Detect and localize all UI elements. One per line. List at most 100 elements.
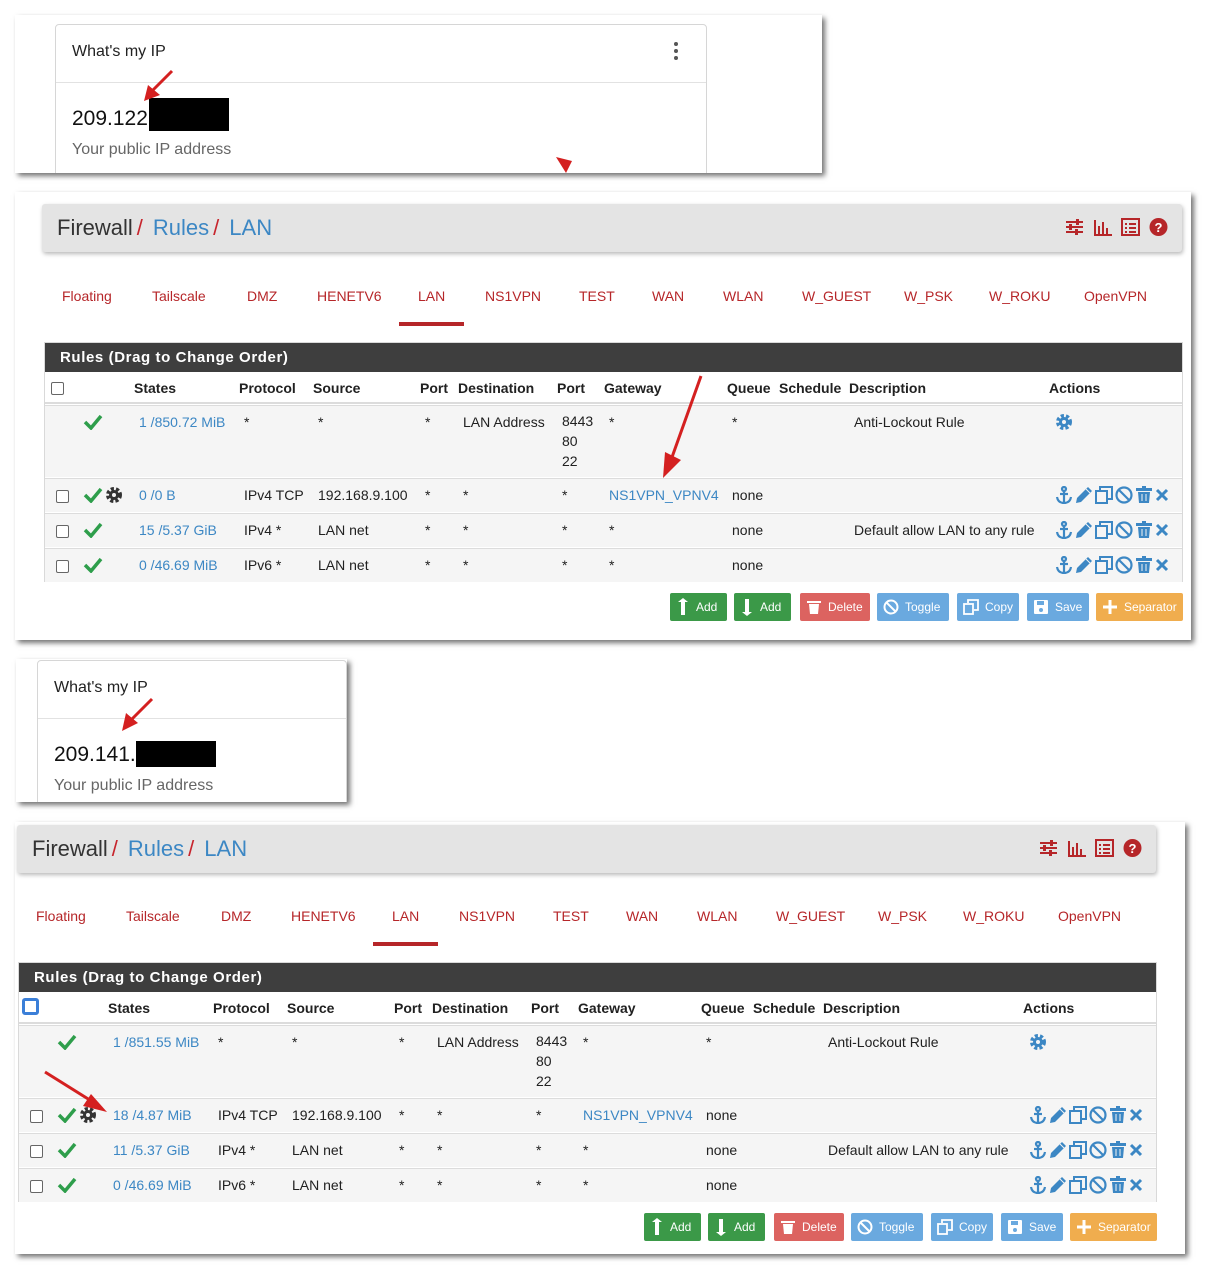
gateway-link[interactable]: NS1VPN_VPNV4 [609, 487, 719, 503]
states-link[interactable]: 0 /46.69 MiB [113, 1177, 192, 1193]
gear-icon[interactable] [1029, 1033, 1047, 1051]
copy-icon[interactable] [1069, 1106, 1087, 1124]
tab-openvpn[interactable]: OpenVPN [1084, 288, 1147, 304]
gateway-link[interactable]: NS1VPN_VPNV4 [583, 1107, 693, 1123]
kebab-menu-icon[interactable] [674, 42, 680, 63]
table-row[interactable]: 1 /850.72 MiB * * * LAN Address 8443 80 22… [45, 405, 1182, 477]
toggle-button[interactable]: Toggle [851, 1213, 923, 1241]
table-row[interactable]: 0 /46.69 MiB IPv6 * LAN net * * * * none [19, 1168, 1156, 1202]
select-all-checkbox[interactable] [22, 998, 39, 1015]
anchor-icon[interactable] [1055, 486, 1073, 504]
pencil-icon[interactable] [1075, 486, 1093, 504]
trash-icon[interactable] [1109, 1106, 1127, 1124]
list-icon[interactable] [1095, 839, 1114, 857]
anchor-icon[interactable] [1055, 521, 1073, 539]
table-row[interactable]: 18 /4.87 MiB IPv4 TCP 192.168.9.100 * * … [19, 1098, 1156, 1132]
add-bottom-button[interactable]: Add [734, 593, 791, 621]
pencil-icon[interactable] [1049, 1176, 1067, 1194]
anchor-icon[interactable] [1029, 1141, 1047, 1159]
delete-button[interactable]: Delete [800, 593, 870, 621]
tab-ns1vpn[interactable]: NS1VPN [485, 288, 541, 304]
save-button[interactable]: Save [1027, 593, 1089, 621]
pencil-icon[interactable] [1075, 521, 1093, 539]
tab-dmz[interactable]: DMZ [247, 288, 277, 304]
tab-wan[interactable]: WAN [652, 288, 684, 304]
tab-dmz[interactable]: DMZ [221, 908, 251, 924]
close-icon[interactable] [1129, 1106, 1143, 1124]
tab-w-roku[interactable]: W_ROKU [989, 288, 1050, 304]
tab-ns1vpn[interactable]: NS1VPN [459, 908, 515, 924]
states-link[interactable]: 1 /850.72 MiB [139, 414, 225, 430]
tab-tailscale[interactable]: Tailscale [126, 908, 180, 924]
copy-icon[interactable] [1095, 521, 1113, 539]
table-row[interactable]: 11 /5.37 GiB IPv4 * LAN net * * * * none… [19, 1133, 1156, 1167]
copy-icon[interactable] [1095, 556, 1113, 574]
save-button[interactable]: Save [1001, 1213, 1063, 1241]
gear-icon[interactable] [1055, 413, 1073, 431]
sliders-icon[interactable] [1065, 218, 1084, 236]
add-top-button[interactable]: Add [670, 593, 727, 621]
breadcrumb-rules[interactable]: Rules [128, 836, 184, 861]
tab-wan[interactable]: WAN [626, 908, 658, 924]
table-row[interactable]: 0 /46.69 MiB IPv6 * LAN net * * * * none [45, 548, 1182, 582]
close-icon[interactable] [1129, 1141, 1143, 1159]
anchor-icon[interactable] [1029, 1106, 1047, 1124]
row-checkbox[interactable] [56, 560, 69, 573]
states-link[interactable]: 1 /851.55 MiB [113, 1034, 199, 1050]
block-icon[interactable] [1115, 521, 1133, 539]
states-link[interactable]: 11 /5.37 GiB [113, 1142, 190, 1158]
states-link[interactable]: 15 /5.37 GiB [139, 522, 217, 538]
row-checkbox[interactable] [56, 490, 69, 503]
trash-icon[interactable] [1109, 1141, 1127, 1159]
copy-icon[interactable] [1095, 486, 1113, 504]
bar-chart-icon[interactable] [1093, 218, 1112, 236]
delete-button[interactable]: Delete [774, 1213, 844, 1241]
sliders-icon[interactable] [1039, 839, 1058, 857]
block-icon[interactable] [1115, 486, 1133, 504]
row-checkbox[interactable] [30, 1180, 43, 1193]
tab-wlan[interactable]: WLAN [723, 288, 763, 304]
close-icon[interactable] [1155, 521, 1169, 539]
close-icon[interactable] [1155, 556, 1169, 574]
row-checkbox[interactable] [30, 1145, 43, 1158]
tab-wlan[interactable]: WLAN [697, 908, 737, 924]
close-icon[interactable] [1155, 486, 1169, 504]
tab-test[interactable]: TEST [579, 288, 615, 304]
block-icon[interactable] [1089, 1141, 1107, 1159]
table-row[interactable]: 0 /0 B IPv4 TCP 192.168.9.100 * * * NS1V… [45, 478, 1182, 512]
trash-icon[interactable] [1109, 1176, 1127, 1194]
copy-icon[interactable] [1069, 1176, 1087, 1194]
breadcrumb-lan[interactable]: LAN [204, 836, 247, 861]
tab-test[interactable]: TEST [553, 908, 589, 924]
bar-chart-icon[interactable] [1067, 839, 1086, 857]
tab-w-psk[interactable]: W_PSK [904, 288, 953, 304]
tab-openvpn[interactable]: OpenVPN [1058, 908, 1121, 924]
states-link[interactable]: 18 /4.87 MiB [113, 1107, 192, 1123]
help-icon[interactable]: ? [1123, 839, 1142, 857]
row-checkbox[interactable] [56, 525, 69, 538]
copy-button[interactable]: Copy [931, 1213, 993, 1241]
block-icon[interactable] [1089, 1176, 1107, 1194]
close-icon[interactable] [1129, 1176, 1143, 1194]
tab-w-psk[interactable]: W_PSK [878, 908, 927, 924]
tab-floating[interactable]: Floating [62, 288, 112, 304]
states-link[interactable]: 0 /46.69 MiB [139, 557, 218, 573]
pencil-icon[interactable] [1049, 1141, 1067, 1159]
add-top-button[interactable]: Add [644, 1213, 701, 1241]
tab-henetv6[interactable]: HENETV6 [291, 908, 356, 924]
tab-floating[interactable]: Floating [36, 908, 86, 924]
table-row[interactable]: 15 /5.37 GiB IPv4 * LAN net * * * * none… [45, 513, 1182, 547]
breadcrumb-rules[interactable]: Rules [153, 215, 209, 240]
tab-lan[interactable]: LAN [418, 288, 445, 304]
tab-w-guest[interactable]: W_GUEST [776, 908, 845, 924]
table-row[interactable]: 1 /851.55 MiB * * * LAN Address 8443 80 22… [19, 1025, 1156, 1097]
tab-lan[interactable]: LAN [392, 908, 419, 924]
block-icon[interactable] [1115, 556, 1133, 574]
pencil-icon[interactable] [1049, 1106, 1067, 1124]
copy-icon[interactable] [1069, 1141, 1087, 1159]
trash-icon[interactable] [1135, 556, 1153, 574]
tab-w-guest[interactable]: W_GUEST [802, 288, 871, 304]
anchor-icon[interactable] [1029, 1176, 1047, 1194]
anchor-icon[interactable] [1055, 556, 1073, 574]
select-all-checkbox[interactable] [51, 382, 64, 395]
